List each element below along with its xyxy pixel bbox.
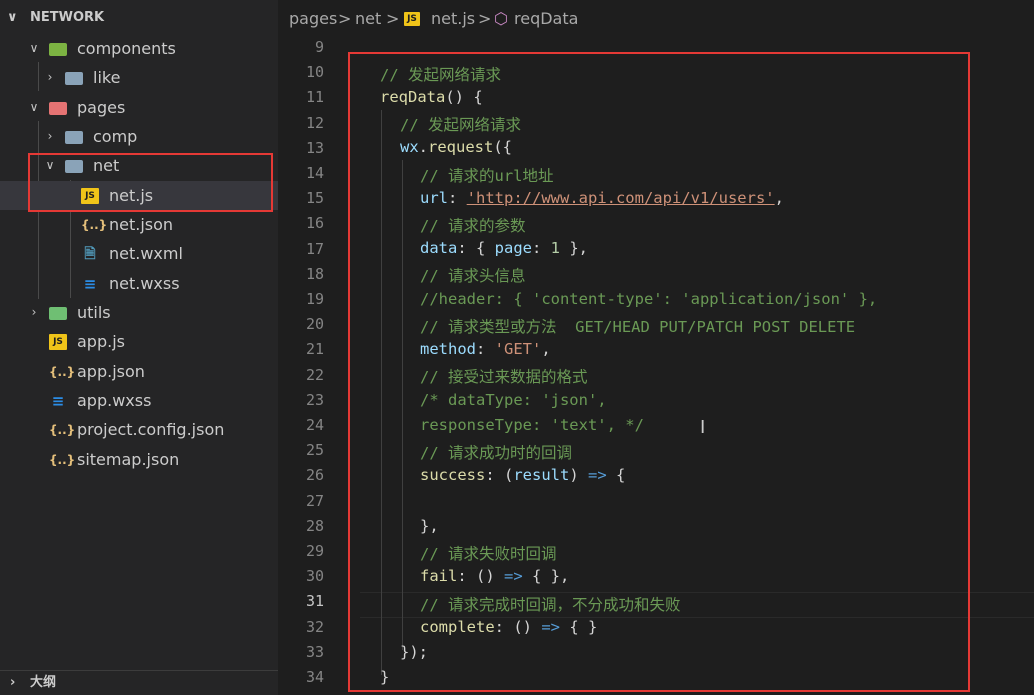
tree-item-label: project.config.json <box>77 420 225 439</box>
chevron-down-icon: ∨ <box>7 10 18 25</box>
highlight-box-code <box>348 52 970 692</box>
chevron-down-icon: ∨ <box>29 41 39 55</box>
tree-file-sitemap[interactable]: {..} sitemap.json <box>0 445 278 474</box>
tree-folder-comp[interactable]: › comp <box>0 122 278 151</box>
tree-item-label: app.js <box>77 332 125 351</box>
tree-item-label: components <box>77 39 176 58</box>
outline-section-header[interactable]: › 大纲 <box>0 670 278 695</box>
json-file-icon: {..} <box>49 423 76 437</box>
explorer-title: NETWORK <box>30 10 105 25</box>
tree-folder-like[interactable]: › like <box>0 63 278 92</box>
line-number: 28 <box>305 516 324 535</box>
line-number: 16 <box>305 214 324 233</box>
line-number: 15 <box>305 189 324 208</box>
tree-item-label: pages <box>77 98 126 117</box>
tree-folder-utils[interactable]: › utils <box>0 298 278 327</box>
chevron-down-icon: ∨ <box>29 100 39 114</box>
line-number: 27 <box>305 491 324 510</box>
line-number: 31 <box>305 592 324 611</box>
js-file-icon: JS <box>49 334 67 350</box>
tree-item-label: net.wxss <box>109 274 180 293</box>
breadcrumb-item-symbol[interactable]: reqData <box>514 0 578 38</box>
folder-icon <box>65 131 83 144</box>
css-file-icon: ≡ <box>83 275 97 293</box>
tree-file-app-json[interactable]: {..} app.json <box>0 357 278 386</box>
js-file-icon: JS <box>404 12 420 26</box>
tree-item-label: app.json <box>77 362 145 381</box>
line-number: 25 <box>305 441 324 460</box>
line-number-gutter: 9 10 11 12 13 14 15 16 17 18 19 20 21 22 23 24 25 26 27 28 2… <box>278 38 338 695</box>
tree-file-app-wxss[interactable]: ≡ app.wxss <box>0 386 278 415</box>
json-file-icon: {..} <box>49 365 76 379</box>
folder-icon <box>49 102 67 115</box>
tree-item-label: sitemap.json <box>77 450 180 469</box>
folder-icon <box>49 43 67 56</box>
file-icon: 🗎 <box>84 246 96 262</box>
explorer-sidebar: ∨ NETWORK ∨ components › like ∨ pages › … <box>0 0 278 695</box>
chevron-right-icon: › <box>47 129 53 143</box>
folder-icon <box>49 307 67 320</box>
tree-file-project-config[interactable]: {..} project.config.json <box>0 415 278 444</box>
chevron-right-icon: › <box>31 305 37 319</box>
line-number: 19 <box>305 290 324 308</box>
line-number: 33 <box>305 642 324 661</box>
line-number: 10 <box>305 63 324 82</box>
line-number: 29 <box>305 542 324 560</box>
tree-file-net-json[interactable]: {..} net.json <box>0 210 278 239</box>
tree-folder-pages[interactable]: ∨ pages <box>0 93 278 122</box>
breadcrumb-item-file[interactable]: net.js <box>431 0 475 38</box>
line-number: 26 <box>305 466 324 485</box>
tree-folder-components[interactable]: ∨ components <box>0 34 278 63</box>
line-number: 14 <box>305 164 324 182</box>
method-cube-icon: ⬡ <box>494 9 508 28</box>
json-file-icon: {..} <box>49 453 76 467</box>
breadcrumb-separator: > <box>478 9 492 28</box>
line-number: 24 <box>305 416 324 434</box>
line-number: 34 <box>305 668 324 686</box>
line-number: 17 <box>305 239 324 258</box>
tree-file-net-wxss[interactable]: ≡ net.wxss <box>0 269 278 298</box>
explorer-header[interactable]: ∨ NETWORK <box>0 7 278 29</box>
outline-title: 大纲 <box>30 675 57 690</box>
folder-icon <box>65 72 83 85</box>
line-number: 32 <box>305 617 324 636</box>
tree-item-label: net.json <box>109 215 174 234</box>
chevron-right-icon: › <box>10 675 16 690</box>
line-number: 22 <box>305 365 324 384</box>
line-number: 13 <box>305 138 324 157</box>
line-number: 18 <box>305 264 324 283</box>
line-number: 11 <box>305 88 324 107</box>
css-file-icon: ≡ <box>51 392 65 410</box>
breadcrumb-separator: > <box>386 9 400 28</box>
tree-item-label: app.wxss <box>77 391 152 410</box>
highlight-box-net <box>28 153 273 212</box>
tree-item-label: like <box>93 68 121 87</box>
breadcrumb-separator: > <box>338 9 352 28</box>
line-number: 21 <box>305 340 324 359</box>
tree-item-label: net.wxml <box>109 244 183 263</box>
breadcrumb: pages > net > JS net.js > ⬡ reqData <box>278 0 1034 38</box>
breadcrumb-item-pages[interactable]: pages <box>289 0 337 38</box>
line-number: 9 <box>314 38 324 56</box>
line-number: 20 <box>305 315 324 334</box>
tree-item-label: utils <box>77 303 111 322</box>
tree-item-label: comp <box>93 127 138 146</box>
tree-file-net-wxml[interactable]: 🗎 net.wxml <box>0 239 278 268</box>
line-number: 23 <box>305 390 324 409</box>
json-file-icon: {..} <box>81 218 108 232</box>
breadcrumb-item-net[interactable]: net <box>355 0 381 38</box>
chevron-right-icon: › <box>47 70 53 84</box>
tree-file-app-js[interactable]: JS app.js <box>0 327 278 356</box>
line-number: 30 <box>305 567 324 586</box>
line-number: 12 <box>305 113 324 132</box>
